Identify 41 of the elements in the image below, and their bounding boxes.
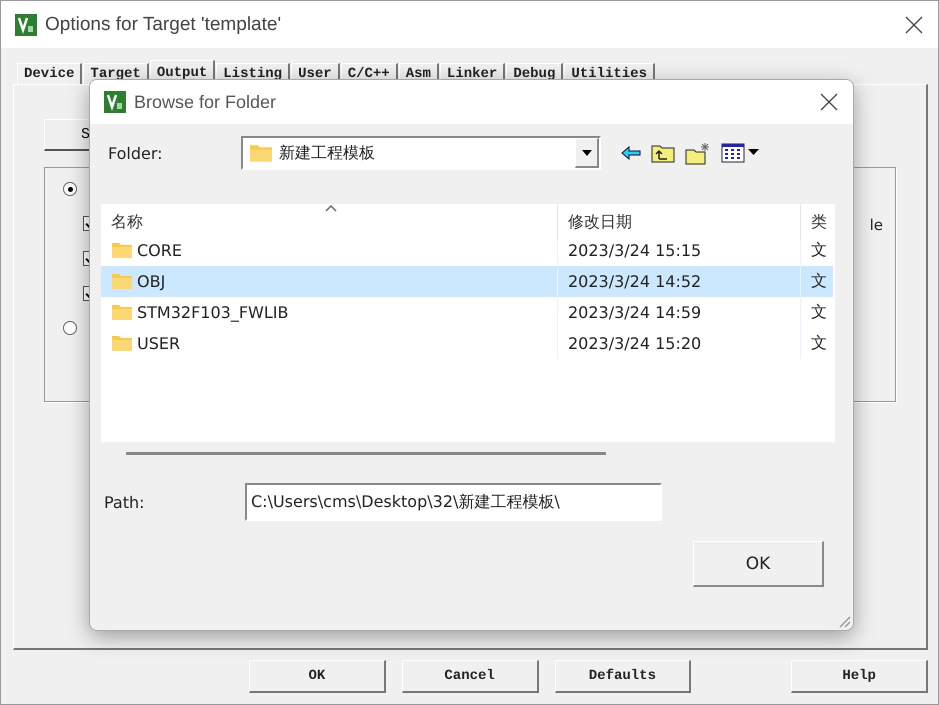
folder-row[interactable]: OBJ <box>101 266 558 297</box>
dialog-title: Browse for Folder <box>134 92 278 112</box>
window-title: Options for Target 'template' <box>45 14 282 36</box>
folder-icon <box>111 272 133 291</box>
close-button[interactable] <box>904 14 924 34</box>
radio-button[interactable] <box>63 321 77 335</box>
path-field[interactable]: C:\Users\cms\Desktop\32\新建工程模板\ <box>245 483 662 521</box>
new-folder-button[interactable] <box>685 141 711 165</box>
tab[interactable]: Device <box>17 63 82 84</box>
radio-button[interactable] <box>63 182 77 196</box>
close-button[interactable] <box>819 92 839 112</box>
folder-name: CORE <box>137 241 182 260</box>
option-label: le <box>870 216 883 234</box>
resize-grip-icon <box>837 614 851 628</box>
up-folder-button[interactable] <box>651 143 675 163</box>
close-icon <box>820 93 838 111</box>
folder-label: Folder: <box>108 144 164 162</box>
folder-dropdown[interactable]: 新建工程模板 <box>241 136 601 170</box>
type-cell: 文 <box>801 266 833 297</box>
app-logo-icon <box>104 91 126 113</box>
view-menu-button[interactable] <box>721 143 761 163</box>
path-label: Path: <box>104 492 146 512</box>
back-button[interactable] <box>621 146 641 160</box>
dialog-button[interactable]: Defaults <box>554 660 692 693</box>
folder-icon <box>111 334 133 353</box>
close-icon <box>905 16 923 34</box>
folder-icon <box>111 241 133 260</box>
caret-icon <box>582 150 592 156</box>
folder-icon <box>249 143 273 163</box>
dialog-button[interactable]: OK <box>249 660 386 693</box>
date-cell: 2023/3/24 14:52 <box>558 266 801 297</box>
folder-icon <box>111 303 133 322</box>
folder-name: STM32F103_FWLIB <box>137 303 288 322</box>
dialog-button[interactable]: Help <box>791 660 928 693</box>
dialog-button[interactable]: Cancel <box>402 660 538 693</box>
folder-name: OBJ <box>137 272 166 291</box>
dropdown-button[interactable] <box>575 138 599 168</box>
sort-caret-icon <box>325 204 337 212</box>
folder-name: USER <box>137 334 180 353</box>
app-logo-icon <box>15 14 37 36</box>
ok-button[interactable]: OK <box>693 541 824 587</box>
